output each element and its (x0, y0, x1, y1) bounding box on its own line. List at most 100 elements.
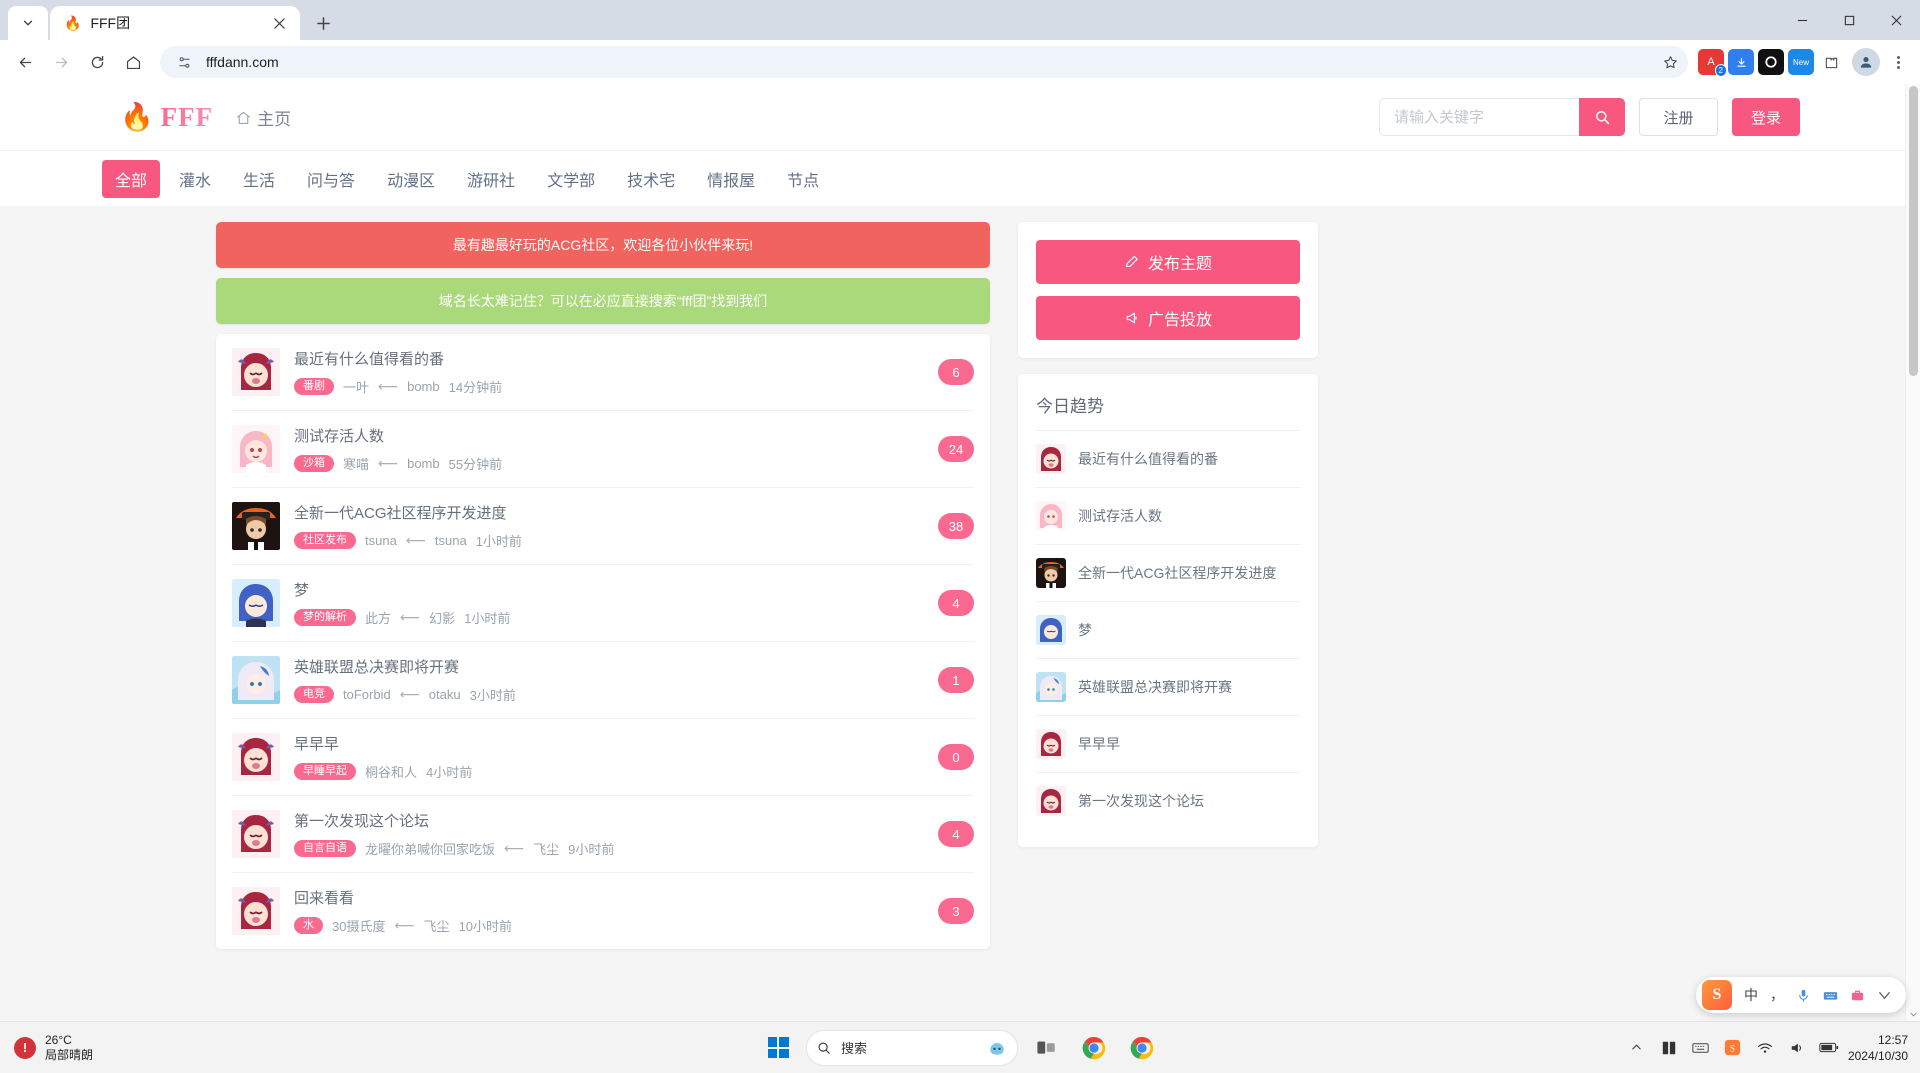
close-icon[interactable] (268, 12, 290, 34)
trending-title-text[interactable]: 第一次发现这个论坛 (1078, 791, 1204, 811)
post-row[interactable]: 全新一代ACG社区程序开发进度 社区发布 tsuna ⟵ tsuna 1小时前 … (232, 488, 974, 565)
ime-menu-icon[interactable] (1877, 988, 1892, 1003)
trending-title-text[interactable]: 早早早 (1078, 734, 1120, 754)
post-replier[interactable]: 飞尘 (533, 839, 559, 858)
download-extension-icon[interactable] (1728, 49, 1754, 75)
profile-avatar[interactable] (1852, 48, 1880, 76)
weather-widget[interactable]: ! 26°C 局部晴朗 (0, 1033, 93, 1063)
trending-title-text[interactable]: 测试存活人数 (1078, 506, 1162, 526)
post-title[interactable]: 全新一代ACG社区程序开发进度 (294, 502, 924, 523)
create-topic-button[interactable]: 发布主题 (1036, 240, 1300, 284)
address-bar[interactable]: fffdann.com (160, 46, 1688, 78)
nav-item-nodes[interactable]: 节点 (774, 160, 832, 198)
post-title[interactable]: 英雄联盟总决赛即将开赛 (294, 656, 924, 677)
new-extension-icon[interactable]: New (1788, 49, 1814, 75)
ime-tray-icon[interactable] (1656, 1035, 1682, 1061)
nav-item-life[interactable]: 生活 (230, 160, 288, 198)
battery-icon[interactable] (1816, 1035, 1842, 1061)
post-row[interactable]: 最近有什么值得看的番 番剧 一叶 ⟵ bomb 14分钟前 6 (232, 334, 974, 411)
copilot-icon[interactable] (987, 1038, 1007, 1058)
taskbar-search[interactable]: 搜索 (806, 1029, 1018, 1066)
volume-icon[interactable] (1784, 1035, 1810, 1061)
post-tag[interactable]: 水 (294, 917, 323, 934)
minimize-button[interactable] (1779, 0, 1826, 40)
sogou-logo-icon[interactable]: S (1702, 980, 1732, 1010)
post-author[interactable]: 寒喵 (343, 454, 369, 473)
tray-expand-icon[interactable] (1624, 1035, 1650, 1061)
ime-voice-icon[interactable] (1796, 988, 1811, 1003)
post-author[interactable]: 桐谷和人 (365, 762, 417, 781)
login-button[interactable]: 登录 (1732, 98, 1800, 136)
post-tag[interactable]: 番剧 (294, 378, 334, 395)
post-title[interactable]: 梦 (294, 579, 924, 600)
ime-toolbar[interactable]: S 中 ， (1696, 977, 1906, 1013)
close-window-button[interactable] (1873, 0, 1920, 40)
nav-item-anime[interactable]: 动漫区 (374, 160, 448, 198)
browser-tab[interactable]: 🔥 FFF团 (50, 6, 300, 40)
bookmark-star-icon[interactable] (1658, 50, 1682, 74)
home-nav-link[interactable]: 主页 (235, 105, 291, 130)
page-scrollbar[interactable] (1905, 84, 1920, 1021)
keyboard-tray-icon[interactable] (1688, 1035, 1714, 1061)
post-replier[interactable]: 幻影 (429, 608, 455, 627)
post-author[interactable]: 龙曜你弟喊你回家吃饭 (365, 839, 495, 858)
site-logo[interactable]: 🔥 FFF (120, 102, 213, 133)
extensions-puzzle-icon[interactable] (1818, 49, 1844, 75)
trending-title-text[interactable]: 最近有什么值得看的番 (1078, 449, 1218, 469)
ime-keyboard-icon[interactable] (1823, 988, 1838, 1003)
post-replier[interactable]: bomb (407, 379, 440, 394)
trending-item[interactable]: 英雄联盟总决赛即将开赛 (1036, 659, 1300, 716)
post-tag[interactable]: 电竞 (294, 686, 334, 703)
site-settings-icon[interactable] (172, 50, 196, 74)
post-replier[interactable]: tsuna (435, 533, 467, 548)
trending-title-text[interactable]: 英雄联盟总决赛即将开赛 (1078, 677, 1232, 697)
post-author[interactable]: 此方 (365, 608, 391, 627)
ime-toolbox-icon[interactable] (1850, 988, 1865, 1003)
nav-item-info[interactable]: 情报屋 (694, 160, 768, 198)
wifi-icon[interactable] (1752, 1035, 1778, 1061)
post-tag[interactable]: 自言自语 (294, 840, 356, 857)
nav-item-literature[interactable]: 文学部 (534, 160, 608, 198)
sogou-tray-icon[interactable]: S (1720, 1035, 1746, 1061)
scroll-down-arrow-icon[interactable] (1906, 1007, 1920, 1021)
post-author[interactable]: tsuna (365, 533, 397, 548)
post-title[interactable]: 第一次发现这个论坛 (294, 810, 924, 831)
post-row[interactable]: 测试存活人数 沙箱 寒喵 ⟵ bomb 55分钟前 24 (232, 411, 974, 488)
notice-banner-primary[interactable]: 最有趣最好玩的ACG社区，欢迎各位小伙伴来玩! (216, 222, 990, 268)
advertise-button[interactable]: 广告投放 (1036, 296, 1300, 340)
search-button[interactable] (1579, 98, 1625, 136)
post-tag[interactable]: 梦的解析 (294, 609, 356, 626)
register-button[interactable]: 注册 (1639, 98, 1718, 136)
trending-item[interactable]: 第一次发现这个论坛 (1036, 773, 1300, 829)
circle-extension-icon[interactable] (1758, 49, 1784, 75)
forward-button[interactable] (44, 45, 78, 79)
search-input[interactable] (1379, 98, 1579, 136)
post-row[interactable]: 英雄联盟总决赛即将开赛 电竞 toForbid ⟵ otaku 3小时前 1 (232, 642, 974, 719)
post-replier[interactable]: otaku (429, 687, 461, 702)
trending-item[interactable]: 测试存活人数 (1036, 488, 1300, 545)
trending-item[interactable]: 早早早 (1036, 716, 1300, 773)
trending-item[interactable]: 梦 (1036, 602, 1300, 659)
nav-item-all[interactable]: 全部 (102, 159, 161, 198)
browser-menu-button[interactable] (1884, 48, 1912, 76)
post-author[interactable]: 30摄氏度 (332, 916, 385, 935)
reload-button[interactable] (80, 45, 114, 79)
post-row[interactable]: 回来看看 水 30摄氏度 ⟵ 飞尘 10小时前 3 (232, 873, 974, 949)
post-row[interactable]: 梦 梦的解析 此方 ⟵ 幻影 1小时前 4 (232, 565, 974, 642)
scrollbar-thumb[interactable] (1909, 86, 1918, 376)
trending-item[interactable]: 全新一代ACG社区程序开发进度 (1036, 545, 1300, 602)
nav-item-games[interactable]: 游研社 (454, 160, 528, 198)
post-tag[interactable]: 早睡早起 (294, 763, 356, 780)
post-row[interactable]: 早早早 早睡早起 桐谷和人 4小时前 0 (232, 719, 974, 796)
adblock-extension-icon[interactable]: A 2 (1698, 49, 1727, 77)
post-author[interactable]: toForbid (343, 687, 391, 702)
post-title[interactable]: 早早早 (294, 733, 924, 754)
post-tag[interactable]: 社区发布 (294, 532, 356, 549)
nav-item-guanshui[interactable]: 灌水 (166, 160, 224, 198)
post-replier[interactable]: 飞尘 (424, 916, 450, 935)
nav-item-tech[interactable]: 技术宅 (614, 160, 688, 198)
notice-banner-secondary[interactable]: 域名长太难记住？可以在必应直接搜索“fff团”找到我们 (216, 278, 990, 324)
post-author[interactable]: 一叶 (343, 377, 369, 396)
new-tab-button[interactable] (306, 6, 340, 40)
trending-item[interactable]: 最近有什么值得看的番 (1036, 431, 1300, 488)
